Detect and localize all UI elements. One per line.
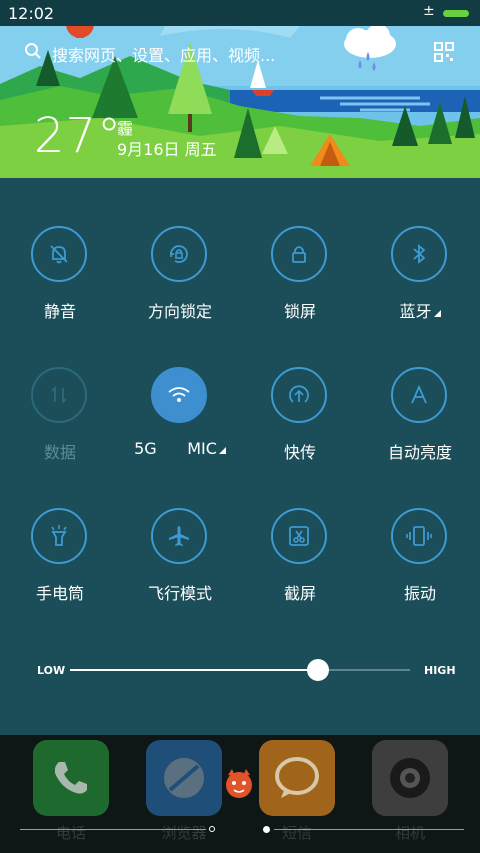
tile-label: 静音	[43, 302, 76, 321]
tile-auto-brightness[interactable]: 自动亮度	[360, 367, 480, 477]
quick-settings-panel: 静音 方向锁定 锁屏 蓝牙 数据 5G MIC 快传 自动亮度 手电筒 飞行模式…	[0, 178, 480, 735]
weather-header[interactable]: 搜索网页、设置、应用、视频... 27° 霾 9月16日 周五	[0, 26, 480, 178]
brightness-slider[interactable]	[70, 659, 410, 681]
quick-transfer-icon	[271, 367, 327, 423]
data-signal-icon: ±	[423, 3, 435, 19]
tile-screenshot[interactable]: 截屏	[240, 508, 360, 618]
app-label: 电话	[55, 824, 86, 842]
tile-mobile-data[interactable]: 数据	[0, 367, 120, 477]
search-input[interactable]: 搜索网页、设置、应用、视频...	[52, 42, 275, 66]
app-label: 短信	[281, 824, 312, 842]
bluetooth-icon	[391, 226, 447, 282]
bell-slash-icon	[31, 226, 87, 282]
date-text: 9月16日 周五	[117, 140, 217, 159]
lock-icon	[271, 226, 327, 282]
auto-brightness-icon	[391, 367, 447, 423]
tile-flashlight[interactable]: 手电筒	[0, 508, 120, 618]
flashlight-icon	[31, 508, 87, 564]
temperature: 27°	[34, 108, 123, 164]
tile-airplane-mode[interactable]: 飞行模式	[120, 508, 240, 618]
tile-quick-transfer[interactable]: 快传	[240, 367, 360, 477]
rotation-lock-icon	[151, 226, 207, 282]
tile-label: 锁屏	[283, 302, 316, 321]
message-app-icon[interactable]	[259, 740, 335, 816]
data-arrows-icon	[31, 367, 87, 423]
tile-wifi[interactable]: 5G MIC	[120, 367, 240, 477]
search-icon[interactable]	[24, 42, 42, 60]
tile-mute[interactable]: 静音	[0, 226, 120, 336]
camera-app-icon[interactable]	[372, 740, 448, 816]
vibrate-icon	[391, 508, 447, 564]
mascot-icon	[226, 769, 252, 798]
battery-icon	[443, 10, 469, 17]
page-indicator-line	[274, 829, 464, 830]
tile-label: 振动	[403, 584, 436, 603]
tile-rotation-lock[interactable]: 方向锁定	[120, 226, 240, 336]
tile-label: 飞行模式	[147, 584, 212, 603]
airplane-icon	[151, 508, 207, 564]
brightness-high-label: HIGH	[424, 664, 456, 677]
tile-vibrate[interactable]: 振动	[360, 508, 480, 618]
brightness-slider-fill	[70, 669, 319, 671]
tile-label: 快传	[283, 443, 316, 462]
haze-weather-icon	[344, 26, 396, 71]
screenshot-icon	[271, 508, 327, 564]
tile-bluetooth[interactable]: 蓝牙	[360, 226, 480, 336]
app-label: 相机	[394, 824, 425, 842]
tile-lock-screen[interactable]: 锁屏	[240, 226, 360, 336]
page-indicator-line	[20, 829, 206, 830]
qr-scan-icon[interactable]	[434, 42, 454, 62]
tile-label: 方向锁定	[147, 302, 212, 321]
dropdown-triangle-icon	[218, 447, 226, 454]
status-bar: 12:02 ±	[0, 0, 480, 26]
tile-label: 截屏	[283, 584, 316, 603]
tile-label: 5G MIC	[120, 439, 240, 458]
status-time: 12:02	[8, 4, 55, 23]
brightness-low-label: LOW	[37, 664, 66, 677]
phone-app-icon[interactable]	[33, 740, 109, 816]
brightness-slider-thumb[interactable]	[307, 659, 330, 681]
dropdown-triangle-icon	[433, 310, 441, 317]
tile-label: 自动亮度	[387, 443, 452, 462]
app-dock: 电话 浏览器 短信 相机	[0, 735, 480, 853]
browser-app-icon[interactable]	[146, 740, 222, 816]
app-label: 浏览器	[161, 824, 207, 842]
tile-label: 手电筒	[35, 584, 84, 603]
page-indicator-dot-current[interactable]	[263, 826, 270, 833]
tile-label: 数据	[43, 443, 76, 462]
tile-label: 蓝牙	[360, 298, 480, 322]
page-indicator-dot[interactable]	[209, 826, 215, 832]
wifi-icon	[151, 367, 207, 423]
